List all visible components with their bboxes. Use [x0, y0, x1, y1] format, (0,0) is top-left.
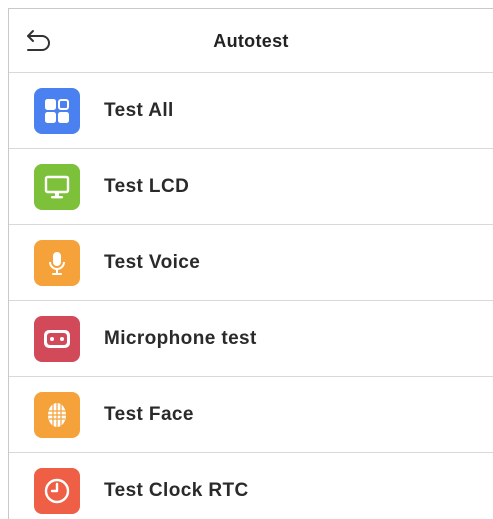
header-bar: Autotest — [9, 9, 493, 73]
grid-icon — [34, 87, 80, 134]
list-item-test-face[interactable]: Test Face — [9, 377, 493, 453]
item-label: Microphone test — [104, 327, 257, 349]
page-title: Autotest — [213, 31, 289, 51]
face-icon — [34, 391, 80, 438]
list-item-microphone-test[interactable]: Microphone test — [9, 301, 493, 377]
item-label: Test All — [104, 99, 174, 121]
list-item-test-clock-rtc[interactable]: Test Clock RTC — [9, 453, 493, 519]
clock-icon — [34, 468, 80, 514]
item-label: Test Voice — [104, 251, 201, 273]
list-item-test-voice[interactable]: Test Voice — [9, 225, 493, 301]
autotest-screen: Autotest Test All Test LCD Test Voice Mi… — [8, 8, 493, 519]
item-label: Test Face — [104, 403, 194, 425]
microphone-icon — [34, 239, 80, 286]
list-item-test-lcd[interactable]: Test LCD — [9, 149, 493, 225]
monitor-icon — [34, 163, 80, 210]
item-label: Test Clock RTC — [104, 480, 249, 501]
list-item-test-all[interactable]: Test All — [9, 73, 493, 149]
cassette-icon — [34, 315, 80, 362]
item-label: Test LCD — [104, 175, 190, 197]
